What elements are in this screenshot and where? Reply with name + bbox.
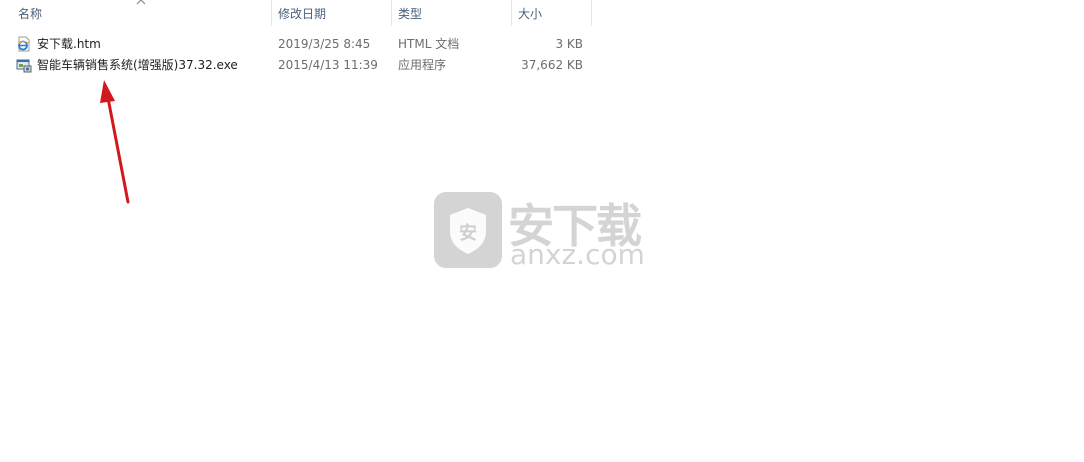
- watermark-domain: anxz.com: [510, 238, 645, 271]
- watermark-logo: 安 安下载 anxz.com: [432, 188, 652, 272]
- file-explorer-list: 名称 修改日期 类型 大小 安下载.htm 2019/3/25 8:45 HTM…: [0, 0, 1084, 462]
- shield-icon: 安: [434, 192, 502, 268]
- watermark-badge-text: 安: [459, 222, 477, 244]
